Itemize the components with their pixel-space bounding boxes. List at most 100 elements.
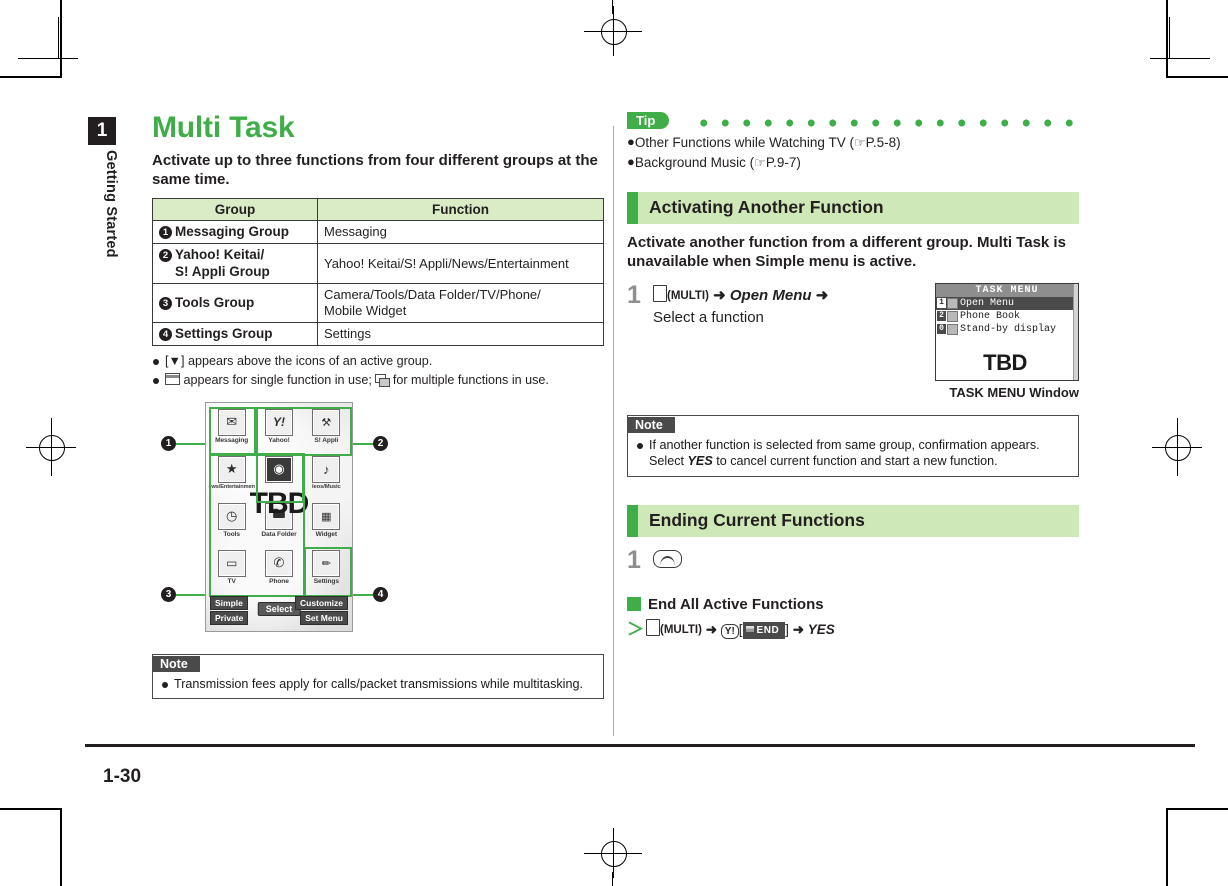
end-softkey-label: END [742, 621, 786, 639]
section-accent-bar [627, 504, 638, 537]
task-menu-row-standby[interactable]: 0 Stand-by display [936, 323, 1078, 336]
menu-item-widget[interactable]: ▦ Widget [303, 500, 350, 547]
task-menu-screen: TASK MENU 1 Open Menu 2 Phone Book 0 Stand-… [935, 282, 1079, 381]
table-header-group: Group [152, 197, 318, 221]
crop-mark-bl-h [0, 808, 62, 810]
note-box-right: Note If another function is selected fro… [627, 414, 1079, 477]
figure-caption: TASK MENU Window [949, 384, 1079, 400]
footnote-item: appears for single function in use; for … [152, 372, 604, 390]
softkey-simple[interactable]: Simple [210, 595, 248, 610]
task-menu-row-label: Stand-by display [960, 323, 1057, 335]
table-row: 2 Yahoo! Keitai/ S! Appli Group Yahoo! Ke… [152, 243, 604, 285]
crop-mark-tr-h [1166, 76, 1228, 78]
menu-item-icon [947, 323, 958, 335]
page-number: 1-30 [103, 766, 142, 787]
callout-number-2: 2 [373, 435, 388, 451]
section-title: Activating Another Function [649, 197, 884, 218]
table-cell-group: 2 Yahoo! Keitai/ S! Appli Group [152, 243, 318, 285]
end-call-key-icon [653, 549, 682, 568]
key-number: 2 [937, 311, 946, 322]
task-menu-row-phone-book[interactable]: 2 Phone Book [936, 310, 1078, 323]
list-number-badge: 4 [159, 328, 172, 341]
list-number-badge: 2 [159, 249, 172, 263]
left-column: Multi Task Activate up to three function… [152, 111, 604, 700]
note-box-left: Note Transmission fees apply for calls/p… [152, 653, 604, 700]
reference-icon: ☞ [853, 135, 866, 150]
phone-screen: ✉ Messaging Y! Yahoo! ⚒ S! Appli ★ ews/E… [205, 401, 353, 632]
crop-mark-tl-h [0, 76, 62, 78]
menu-item-icon [947, 310, 958, 322]
group-box-settings [304, 546, 352, 597]
subsection-title: End All Active Functions [648, 595, 824, 613]
task-menu-row-label: Open Menu [960, 297, 1015, 309]
multi-key-icon [653, 284, 667, 302]
table-cell-function: Settings [317, 321, 604, 347]
crop-mark-br-v [1166, 808, 1168, 886]
crop-mark-bl-v [60, 808, 62, 886]
tbd-placeholder: TBD [983, 349, 1027, 375]
chapter-label: Getting Started [103, 150, 119, 258]
bullet-glyph: ● [627, 134, 635, 149]
multi-key-icon [646, 618, 660, 636]
sequence-marker: ＞ [627, 619, 644, 639]
note-item: Transmission fees apply for calls/packet… [161, 676, 595, 692]
single-function-icon [165, 373, 180, 386]
page-title: Multi Task [152, 111, 295, 144]
chapter-number-tab: 1 [88, 117, 116, 145]
softkey-private[interactable]: Private [210, 610, 249, 625]
callout-number-4: 4 [373, 586, 388, 602]
crop-mark-tl-v [60, 0, 62, 78]
registration-mark-left [26, 418, 76, 476]
column-divider [613, 126, 614, 736]
crop-mark-tl-v2 [58, 17, 59, 59]
task-menu-row-open-menu[interactable]: 1 Open Menu [936, 296, 1078, 310]
table-header-row: Group Function [152, 197, 604, 221]
subsection-end-all: End All Active Functions [627, 596, 1079, 613]
tip-badge: Tip [627, 112, 670, 129]
videos-music-icon: ♪ [312, 455, 341, 483]
note-box-title: Note [628, 416, 675, 433]
menu-item-label: Widget [315, 530, 337, 538]
table-header-function: Function [317, 197, 604, 221]
softkey-select[interactable]: Select [257, 601, 301, 616]
section-header-activating: Activating Another Function [627, 191, 1079, 224]
group-box-messaging [209, 406, 256, 456]
right-column: Tip ●Other Functions while Watching TV (… [627, 112, 1079, 642]
phone-menu-illustration: 1 2 3 4 ✉ Messaging Y! Yahoo! ⚒ S! Appli… [152, 396, 604, 646]
softkey-set-menu[interactable]: Set Menu [300, 610, 348, 625]
widget-icon: ▦ [312, 502, 341, 530]
menu-item-icon [947, 297, 958, 309]
task-menu-window-figure: TASK MENU 1 Open Menu 2 Phone Book 0 Stand-… [935, 282, 1079, 400]
menu-item-label: leos/Music [312, 483, 341, 490]
bullet-glyph: ● [627, 153, 635, 169]
footer-rule [85, 744, 1195, 747]
task-menu-title: TASK MENU [936, 283, 1078, 297]
group-box-yahoo [256, 406, 352, 456]
multi-function-icon [375, 374, 391, 388]
subsection-marker [627, 597, 641, 611]
menu-item-videos-music[interactable]: ♪ leos/Music [303, 453, 350, 500]
tip-dots-decoration [693, 119, 1079, 127]
crop-mark-tr-h2 [1150, 58, 1210, 59]
table-row: 3 Tools Group Camera/Tools/Data Folder/TV… [152, 283, 604, 323]
section-intro: Activate another function from a differe… [627, 233, 1066, 271]
step-number: 1 [627, 545, 641, 574]
manual-page: 1 Getting Started Multi Task Activate up… [0, 0, 1228, 886]
arrow-icon: ➜ [792, 621, 805, 637]
table-footnotes: [▼] appears above the icons of an active… [152, 353, 604, 389]
callout-number-1: 1 [161, 435, 176, 451]
list-number-badge: 1 [159, 225, 172, 239]
tip-bar: Tip [627, 112, 1079, 132]
note-box-body: If another function is selected from sam… [628, 434, 1078, 476]
softkey-customize[interactable]: Customize [295, 595, 348, 610]
table-cell-group: 4 Settings Group [152, 321, 318, 347]
crop-mark-tl-h2 [18, 58, 78, 59]
step-1-ending: 1 [627, 545, 1079, 580]
section-accent-bar [627, 191, 638, 224]
step-1-activating: 1 (MULTI) ➜ Open Menu ➜ Select a functio… [627, 282, 1079, 405]
tip-item-2: ●Background Music (☞P.9-7) [627, 153, 801, 170]
table-cell-function: Messaging [317, 219, 604, 245]
key-number: 0 [937, 324, 946, 335]
table-cell-function: Camera/Tools/Data Folder/TV/Phone/ Mobil… [317, 283, 604, 323]
table-row: 4 Settings Group Settings [152, 321, 604, 347]
